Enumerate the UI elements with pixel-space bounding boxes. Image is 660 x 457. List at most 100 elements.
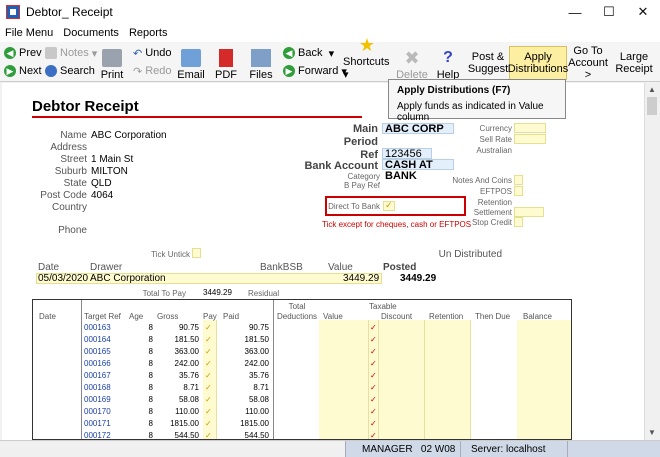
eftpos-checkbox[interactable]	[514, 186, 523, 196]
scroll-down-icon[interactable]: ▼	[645, 426, 659, 440]
files-button[interactable]: Files	[249, 45, 273, 81]
pay-checkmark-icon[interactable]: ✓	[205, 407, 212, 416]
cell-target-ref[interactable]: 000169	[84, 395, 124, 404]
direct-to-bank-label: Direct To Bank	[328, 202, 380, 211]
taxable-checkmark-icon[interactable]: ✓	[370, 419, 377, 428]
eftpos-label: EFTPOS	[479, 187, 512, 196]
taxable-checkmark-icon[interactable]: ✓	[370, 407, 377, 416]
taxable-checkmark-icon[interactable]: ✓	[370, 383, 377, 392]
cell-target-ref[interactable]: 000164	[84, 335, 124, 344]
cell-target-ref[interactable]: 000168	[84, 383, 124, 392]
name-value[interactable]: ABC Corporation	[91, 130, 167, 141]
state-label: State	[63, 178, 87, 189]
taxable-checkmark-icon[interactable]: ✓	[370, 371, 377, 380]
table-row[interactable]: 000166 8 242.00 242.00 ✓ ✓	[33, 358, 571, 370]
receipt-drawer[interactable]: ABC Corporation	[90, 273, 166, 284]
page-title: Debtor Receipt	[32, 98, 139, 115]
table-row[interactable]: 000164 8 181.50 181.50 ✓ ✓	[33, 334, 571, 346]
tick-untick-checkbox[interactable]	[192, 248, 201, 258]
taxable-checkmark-icon[interactable]: ✓	[370, 347, 377, 356]
cell-target-ref[interactable]: 000166	[84, 359, 124, 368]
apply-distributions-button[interactable]: Apply Distributions	[508, 46, 568, 80]
menu-file[interactable]: File Menu	[0, 27, 58, 39]
shortcuts-button[interactable]: ★ Shortcuts ▾	[343, 36, 391, 81]
vertical-scrollbar[interactable]: ▲ ▼	[644, 83, 658, 440]
grid-header-taxable: Taxable	[369, 302, 397, 311]
phone-label: Phone	[58, 225, 87, 236]
table-row[interactable]: 000168 8 8.71 8.71 ✓ ✓	[33, 382, 571, 394]
table-row[interactable]: 000171 8 1815.00 1815.00 ✓ ✓	[33, 418, 571, 430]
email-button[interactable]: Email	[177, 45, 205, 81]
delete-button[interactable]: ✖ Delete	[396, 45, 428, 81]
pay-checkmark-icon[interactable]: ✓	[205, 383, 212, 392]
scroll-up-icon[interactable]: ▲	[645, 83, 659, 97]
cell-paid: 181.50	[244, 335, 269, 344]
postcode-value[interactable]: 4064	[91, 190, 113, 201]
cell-target-ref[interactable]: 000170	[84, 407, 124, 416]
pay-checkmark-icon[interactable]: ✓	[205, 395, 212, 404]
table-row[interactable]: 000172 8 544.50 544.50 ✓ ✓	[33, 430, 571, 439]
undo-button[interactable]: ↶ Undo	[133, 45, 172, 61]
pay-checkmark-icon[interactable]: ✓	[205, 323, 212, 332]
cell-target-ref[interactable]: 000165	[84, 347, 124, 356]
receipt-value[interactable]: 3449.29	[343, 273, 379, 284]
settlement-field[interactable]	[514, 207, 544, 217]
redo-button[interactable]: ↷ Redo	[133, 63, 172, 79]
pay-checkmark-icon[interactable]: ✓	[205, 347, 212, 356]
back-button[interactable]: ◀ Back ▾	[283, 45, 334, 61]
street-value[interactable]: 1 Main St	[91, 154, 133, 165]
cell-target-ref[interactable]: 000172	[84, 431, 124, 439]
taxable-checkmark-icon[interactable]: ✓	[370, 335, 377, 344]
forward-button[interactable]: ▶ Forward ▾	[283, 63, 347, 79]
help-button[interactable]: ? Help	[437, 45, 460, 81]
cell-target-ref[interactable]: 000167	[84, 371, 124, 380]
cell-target-ref[interactable]: 000163	[84, 323, 124, 332]
receipt-date[interactable]: 05/03/2020	[38, 273, 88, 284]
state-value[interactable]: QLD	[91, 178, 112, 189]
table-row[interactable]: 000170 8 110.00 110.00 ✓ ✓	[33, 406, 571, 418]
menu-reports[interactable]: Reports	[124, 27, 173, 39]
pay-checkmark-icon[interactable]: ✓	[205, 359, 212, 368]
pay-checkmark-icon[interactable]: ✓	[205, 371, 212, 380]
ref-field[interactable]: 123456	[382, 148, 432, 160]
sell-rate-field[interactable]	[514, 134, 546, 144]
table-row[interactable]: 000165 8 363.00 363.00 ✓ ✓	[33, 346, 571, 358]
notes-button[interactable]: Notes ▾	[45, 45, 97, 61]
table-row[interactable]: 000163 8 90.75 90.75 ✓ ✓	[33, 322, 571, 334]
cell-age: 8	[148, 407, 153, 416]
pdf-button[interactable]: PDF	[215, 45, 237, 81]
pay-checkmark-icon[interactable]: ✓	[205, 431, 212, 439]
delete-icon: ✖	[404, 48, 420, 68]
table-row[interactable]: 000167 8 35.76 35.76 ✓ ✓	[33, 370, 571, 382]
large-receipt-button[interactable]: Large Receipt	[612, 46, 656, 80]
cell-paid: 1815.00	[240, 419, 269, 428]
table-row[interactable]: 000169 8 58.08 58.08 ✓ ✓	[33, 394, 571, 406]
go-to-account-button[interactable]: Go To Account >	[567, 45, 609, 81]
post-suggest-button[interactable]: Post & Suggest	[467, 46, 509, 80]
search-button[interactable]: Search	[45, 63, 95, 79]
residual-label: Residual	[248, 289, 280, 298]
prev-button[interactable]: ◀ Prev	[4, 45, 42, 61]
bank-account-field[interactable]: CASH AT BANK	[382, 159, 454, 182]
pay-checkmark-icon[interactable]: ✓	[205, 335, 212, 344]
maximize-button[interactable]: ☐	[592, 0, 626, 24]
close-button[interactable]: ✕	[626, 0, 660, 24]
taxable-checkmark-icon[interactable]: ✓	[370, 323, 377, 332]
minimize-button[interactable]: —	[558, 0, 592, 24]
suburb-value[interactable]: MILTON	[91, 166, 128, 177]
cell-target-ref[interactable]: 000171	[84, 419, 124, 428]
notes-coins-checkbox[interactable]	[514, 175, 523, 185]
cell-age: 8	[148, 383, 153, 392]
currency-field[interactable]	[514, 123, 546, 133]
taxable-checkmark-icon[interactable]: ✓	[370, 431, 377, 439]
stop-credit-checkbox[interactable]	[514, 217, 523, 227]
taxable-checkmark-icon[interactable]: ✓	[370, 395, 377, 404]
cell-gross: 110.00	[175, 407, 199, 416]
cell-age: 8	[148, 419, 153, 428]
pay-checkmark-icon[interactable]: ✓	[205, 419, 212, 428]
taxable-checkmark-icon[interactable]: ✓	[370, 359, 377, 368]
menu-documents[interactable]: Documents	[58, 27, 124, 39]
next-button[interactable]: ▶ Next	[4, 63, 42, 79]
scroll-thumb[interactable]	[647, 97, 657, 115]
print-button[interactable]: Print	[100, 45, 124, 81]
